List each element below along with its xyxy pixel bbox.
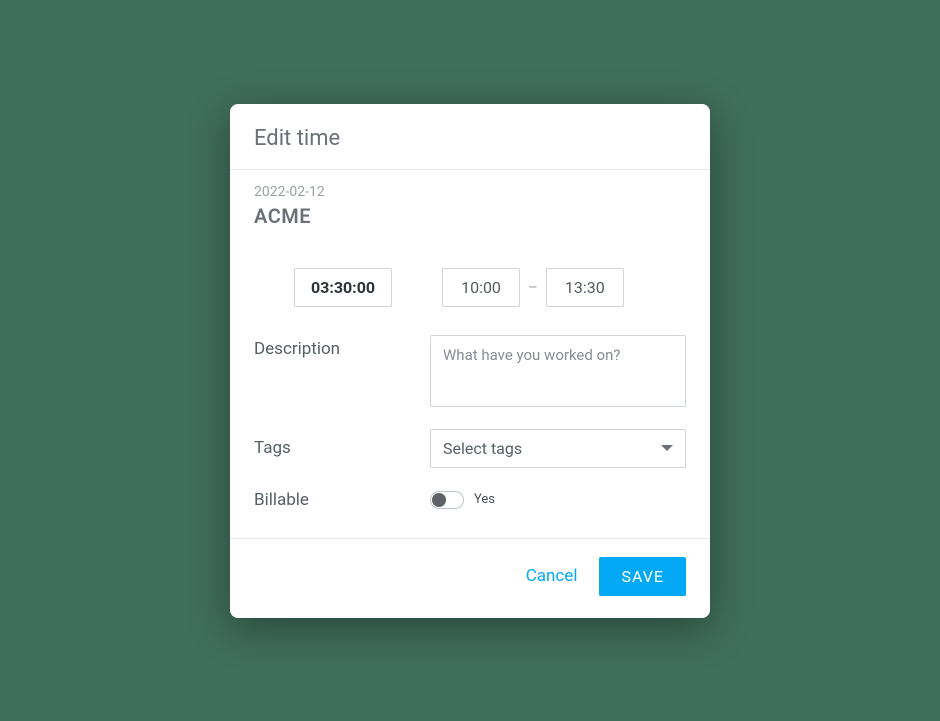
modal-body: 2022-02-12 ACME – Description Tags Selec… (230, 170, 710, 538)
billable-value-label: Yes (474, 492, 495, 507)
description-row: Description (254, 335, 686, 407)
billable-row: Billable Yes (254, 490, 686, 510)
modal-title: Edit time (254, 126, 686, 151)
edit-time-modal: Edit time 2022-02-12 ACME – Description … (230, 104, 710, 618)
tags-label: Tags (254, 438, 430, 458)
chevron-down-icon (661, 445, 673, 451)
tags-select[interactable]: Select tags (430, 429, 686, 468)
project-name: ACME (254, 204, 686, 228)
duration-input[interactable] (294, 268, 392, 307)
modal-footer: Cancel SAVE (230, 538, 710, 618)
save-button[interactable]: SAVE (599, 557, 686, 596)
time-range-dash: – (528, 278, 538, 296)
end-time-input[interactable] (546, 268, 624, 307)
description-input[interactable] (430, 335, 686, 407)
toggle-knob-icon (432, 493, 446, 507)
cancel-button[interactable]: Cancel (526, 566, 578, 586)
billable-toggle-wrap: Yes (430, 491, 495, 509)
tags-select-placeholder: Select tags (443, 439, 522, 458)
billable-label: Billable (254, 490, 430, 510)
description-label: Description (254, 335, 430, 359)
tags-row: Tags Select tags (254, 429, 686, 468)
modal-header: Edit time (230, 104, 710, 170)
start-time-input[interactable] (442, 268, 520, 307)
time-row: – (254, 268, 686, 307)
billable-toggle[interactable] (430, 491, 464, 509)
entry-date: 2022-02-12 (254, 184, 686, 200)
tags-select-wrap: Select tags (430, 429, 686, 468)
